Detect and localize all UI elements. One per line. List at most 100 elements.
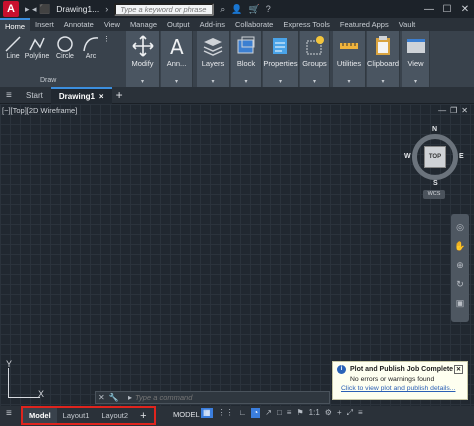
- polyline-icon: [29, 37, 45, 51]
- tab-insert[interactable]: Insert: [30, 20, 59, 29]
- tab-layout1[interactable]: Layout1: [57, 408, 96, 423]
- compass-west[interactable]: W: [404, 153, 411, 160]
- tab-layout2[interactable]: Layout2: [95, 408, 134, 423]
- add-tab-icon[interactable]: +: [116, 88, 123, 102]
- tab-model[interactable]: Model: [23, 408, 57, 423]
- close-icon[interactable]: ×: [99, 92, 104, 101]
- tab-express-tools[interactable]: Express Tools: [278, 20, 335, 29]
- viewcube-top-face[interactable]: TOP: [424, 146, 446, 168]
- title-arrow-icon[interactable]: ›: [105, 4, 108, 14]
- annotation-scale-icon[interactable]: ⚑: [296, 408, 303, 418]
- view-label: View: [407, 59, 424, 68]
- arc-label: Arc: [85, 53, 97, 60]
- tab-drawing1[interactable]: Drawing1 ×: [50, 86, 112, 104]
- tab-vault[interactable]: Vault: [394, 20, 421, 29]
- tab-add-ins[interactable]: Add-ins: [195, 20, 230, 29]
- viewcube[interactable]: TOP N S E W: [404, 126, 466, 188]
- line-label: Line: [6, 53, 20, 60]
- close-icon[interactable]: ✕: [98, 393, 105, 402]
- fullscreen-icon[interactable]: ⤢: [347, 408, 353, 418]
- plus-icon[interactable]: +: [337, 408, 342, 418]
- block-icon: [237, 36, 255, 54]
- ucs-icon: [8, 368, 40, 398]
- notification-message: No errors or warnings found: [350, 376, 435, 383]
- compass-east[interactable]: E: [459, 153, 464, 160]
- isodraft-icon[interactable]: ↗: [265, 408, 272, 418]
- showmotion-icon[interactable]: ▣: [451, 298, 469, 309]
- tab-start[interactable]: Start: [18, 87, 51, 104]
- tab-collaborate[interactable]: Collaborate: [230, 20, 278, 29]
- command-line: ✕ 🔧 ▸: [95, 391, 330, 404]
- wrench-icon[interactable]: 🔧: [109, 393, 119, 402]
- steering-wheel-icon[interactable]: ◎: [451, 222, 469, 233]
- tab-output[interactable]: Output: [162, 20, 195, 29]
- ucs-x-label: X: [38, 389, 45, 399]
- tab-home[interactable]: Home: [0, 18, 31, 31]
- close-icon[interactable]: ✕: [456, 4, 474, 15]
- close-icon[interactable]: ✕: [454, 365, 463, 374]
- layout-menu-icon[interactable]: ≡: [6, 408, 12, 419]
- utilities-label: Utilities: [336, 59, 362, 68]
- viewport-controls-label[interactable]: [−][Top][2D Wireframe]: [2, 106, 77, 115]
- menu-icon[interactable]: ≡: [6, 90, 18, 101]
- gear-icon[interactable]: ⚙: [325, 408, 332, 418]
- file-tabs: ≡ Start Drawing1 × +: [0, 86, 474, 104]
- info-icon: i: [337, 365, 346, 374]
- utilities-button[interactable]: Utilities ▾: [333, 31, 366, 87]
- tab-annotate[interactable]: Annotate: [59, 20, 99, 29]
- autocad-logo-icon[interactable]: A: [3, 1, 19, 17]
- window-controls: — ☐ ✕: [420, 4, 474, 15]
- command-prompt-icon[interactable]: ▸: [128, 393, 132, 402]
- layers-label: Layers: [201, 59, 225, 68]
- quick-access-toolbar[interactable]: ▸ ◂ ⬛: [25, 4, 50, 15]
- customize-icon[interactable]: ≡: [358, 408, 363, 418]
- polar-icon[interactable]: ◔: [251, 408, 261, 418]
- draw-more-icon[interactable]: ⋮: [103, 35, 110, 43]
- tab-manage[interactable]: Manage: [125, 20, 162, 29]
- line-tool[interactable]: Line: [2, 35, 24, 60]
- cart-icon[interactable]: 🛒: [249, 4, 260, 15]
- restore-icon[interactable]: ❐: [450, 106, 457, 115]
- minimize-icon[interactable]: —: [420, 4, 438, 15]
- command-input[interactable]: [135, 393, 329, 402]
- zoom-icon[interactable]: ⊕: [451, 260, 469, 271]
- properties-button[interactable]: Properties ▾: [263, 31, 299, 87]
- view-button[interactable]: View ▾: [402, 31, 430, 87]
- tab-view[interactable]: View: [99, 20, 125, 29]
- tab-featured-apps[interactable]: Featured Apps: [335, 20, 394, 29]
- layers-button[interactable]: Layers ▾: [197, 31, 230, 87]
- modify-button[interactable]: Modify ▾: [126, 31, 160, 87]
- search-input[interactable]: [114, 2, 215, 16]
- grid-icon[interactable]: ▦: [201, 408, 213, 418]
- arc-icon: [83, 37, 99, 52]
- ortho-icon[interactable]: ∟: [239, 408, 247, 418]
- model-space-button[interactable]: MODEL: [173, 410, 200, 419]
- compass-south[interactable]: S: [433, 180, 438, 187]
- circle-tool[interactable]: Circle: [53, 35, 77, 60]
- add-layout-icon[interactable]: +: [140, 410, 146, 422]
- arc-tool[interactable]: Arc: [81, 35, 101, 60]
- snap-icon[interactable]: ⋮⋮: [218, 408, 234, 418]
- pan-icon[interactable]: ✋: [451, 241, 469, 252]
- wcs-menu[interactable]: WCS: [423, 190, 445, 199]
- clipboard-button[interactable]: Clipboard ▾: [367, 31, 400, 87]
- scale-label[interactable]: 1:1: [309, 408, 320, 418]
- maximize-icon[interactable]: ☐: [438, 4, 456, 15]
- notification-details-link[interactable]: Click to view plot and publish details..…: [341, 385, 463, 392]
- lineweight-icon[interactable]: ≡: [287, 408, 292, 418]
- properties-icon: [272, 38, 287, 54]
- polyline-label: Polyline: [24, 53, 50, 60]
- draw-panel-label[interactable]: Draw: [40, 77, 56, 84]
- help-icon[interactable]: ?: [266, 4, 271, 14]
- groups-button[interactable]: Groups ▾: [300, 31, 330, 87]
- orbit-icon[interactable]: ↻: [451, 279, 469, 290]
- osnap-icon[interactable]: □: [277, 408, 282, 418]
- annotation-button[interactable]: A Ann... ▾: [161, 31, 193, 87]
- block-button[interactable]: Block ▾: [231, 31, 262, 87]
- search-icon[interactable]: ⌕: [220, 4, 225, 15]
- user-icon[interactable]: 👤: [231, 4, 242, 15]
- minimize-icon[interactable]: —: [438, 106, 446, 115]
- close-icon[interactable]: ✕: [461, 106, 468, 115]
- compass-north[interactable]: N: [432, 126, 437, 133]
- polyline-tool[interactable]: Polyline: [24, 35, 50, 60]
